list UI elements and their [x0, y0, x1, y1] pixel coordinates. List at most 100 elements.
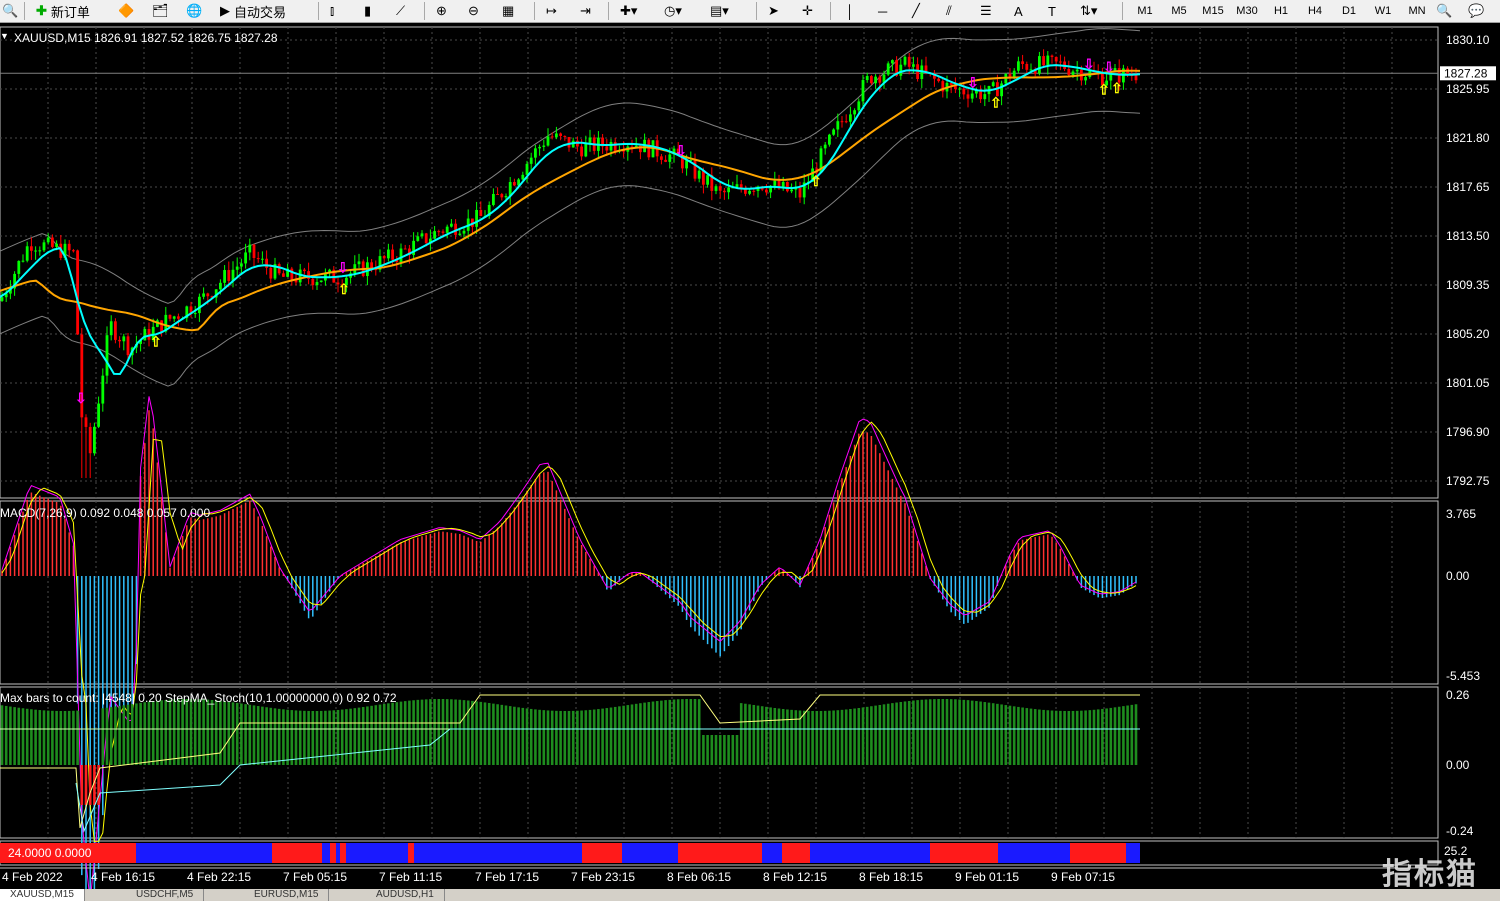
x-axis-label: 7 Feb 23:15 — [571, 870, 635, 884]
candle-body — [702, 170, 705, 185]
chart-canvas[interactable]: 1830.10 1825.95 1821.80 1817.65 1813.50 1809.… — [0, 23, 1500, 901]
candle-body — [97, 403, 100, 427]
candle-body — [72, 250, 75, 252]
trend-bar-segment — [1126, 843, 1140, 863]
candle-body — [727, 187, 730, 193]
candle-body — [42, 242, 46, 251]
timeframe-m5[interactable]: M5 — [1164, 2, 1194, 20]
trend-bar-segment — [322, 843, 330, 863]
timeframe-h1[interactable]: H1 — [1266, 2, 1296, 20]
zoom-out-icon[interactable]: ⊖ — [468, 1, 479, 21]
zoom-icon[interactable]: 🔍 — [2, 1, 18, 21]
horizontal-line-icon[interactable]: ─ — [878, 1, 887, 21]
candle-body — [256, 257, 260, 260]
timeframe-d1[interactable]: D1 — [1334, 2, 1364, 20]
candle-body — [718, 186, 722, 191]
timeframe-w1[interactable]: W1 — [1368, 2, 1398, 20]
candle-body — [277, 264, 281, 274]
candle-body — [504, 195, 508, 198]
timeframe-m30[interactable]: M30 — [1232, 2, 1262, 20]
cursor-icon[interactable]: ➤ — [768, 1, 779, 21]
candle-body — [1134, 75, 1138, 81]
crosshair-icon[interactable]: ✛ — [802, 1, 813, 21]
trendline-icon[interactable]: ╱ — [912, 1, 920, 21]
candle-body — [714, 186, 718, 191]
templates-icon[interactable]: ▤▾ — [710, 1, 729, 21]
y-axis-label: 1825.95 — [1446, 82, 1490, 96]
candle-body — [223, 270, 226, 283]
zoom-in-icon[interactable]: ⊕ — [436, 1, 447, 21]
x-axis-label: 8 Feb 12:15 — [763, 870, 827, 884]
x-axis-label: 8 Feb 06:15 — [667, 870, 731, 884]
arrows-icon[interactable]: ⇅▾ — [1080, 1, 1097, 21]
text-icon[interactable]: A — [1014, 1, 1023, 21]
candle-body — [391, 249, 394, 260]
text-label-icon[interactable]: T — [1048, 1, 1056, 21]
chart-tab-2[interactable]: EURUSD,M15 — [244, 889, 330, 901]
y-axis-label: 1792.75 — [1446, 474, 1490, 488]
search-icon[interactable]: 🔍 — [1436, 1, 1452, 21]
candle-body — [450, 223, 453, 227]
candle-body — [252, 244, 256, 258]
candle-body — [462, 230, 466, 234]
chart-tab-1[interactable]: USDCHF,M5 — [126, 889, 205, 901]
market-watch-icon[interactable]: 🗂 — [152, 1, 169, 21]
line-chart-icon[interactable]: ⟋ — [396, 1, 405, 21]
indicators-icon[interactable]: ✚▾ — [620, 1, 637, 21]
candle-body — [38, 250, 42, 252]
toolbar-separator — [24, 2, 25, 20]
macd-y-label: 0.00 — [1446, 569, 1470, 583]
timeframe-m1[interactable]: M1 — [1130, 2, 1160, 20]
candle-body — [1075, 69, 1079, 72]
candle-body — [240, 263, 243, 267]
vertical-line-icon[interactable]: │ — [846, 1, 854, 21]
autoscroll-icon[interactable]: ↦ — [546, 1, 557, 21]
metaeditor-icon[interactable]: 🔶 — [118, 1, 134, 21]
candle-body — [857, 101, 861, 111]
candle-body — [84, 417, 88, 427]
trend-bar-segment — [810, 843, 930, 863]
timeframe-m15[interactable]: M15 — [1198, 2, 1228, 20]
x-axis-label: 8 Feb 18:15 — [859, 870, 923, 884]
trend-bar-segment — [340, 843, 346, 863]
candle-body — [357, 261, 361, 265]
fibonacci-icon[interactable]: ☰ — [980, 1, 992, 21]
candle-body — [202, 293, 205, 297]
auto-trade-button[interactable]: ▶ 自动交易 — [220, 1, 286, 21]
notifications-icon[interactable]: 💬 — [1468, 1, 1484, 21]
collapse-triangle-icon[interactable]: ▼ — [0, 31, 9, 41]
sell-arrow-icon: ⇩ — [675, 142, 687, 158]
chart-tab-0[interactable]: XAUUSD,M15 — [0, 889, 85, 901]
timeframe-mn[interactable]: MN — [1402, 2, 1432, 20]
candle-chart-icon[interactable]: ▮ — [364, 1, 371, 21]
candle-body — [496, 193, 499, 195]
chart-area[interactable]: 1830.10 1825.95 1821.80 1817.65 1813.50 1809.… — [0, 23, 1500, 901]
candle-body — [76, 250, 79, 335]
tile-windows-icon[interactable]: ▦ — [502, 1, 514, 21]
candle-body — [828, 134, 831, 145]
timeframe-h4[interactable]: H4 — [1300, 2, 1330, 20]
candle-body — [660, 156, 663, 160]
candle-body — [853, 110, 856, 115]
candle-body — [1042, 56, 1045, 66]
candle-body — [970, 93, 974, 99]
y-axis-label: 1801.05 — [1446, 376, 1490, 390]
x-axis-label: 7 Feb 17:15 — [475, 870, 539, 884]
globe-icon[interactable]: 🌐 — [186, 1, 202, 21]
chart-tab-3[interactable]: AUDUSD,H1 — [366, 889, 445, 901]
equidistant-channel-icon[interactable]: ⫽ — [946, 1, 952, 21]
periods-icon[interactable]: ◷▾ — [664, 1, 682, 21]
candle-body — [798, 187, 802, 198]
trend-bar-segment — [782, 843, 810, 863]
chart-shift-icon[interactable]: ⇥ — [580, 1, 591, 21]
y-axis-label: 1821.80 — [1446, 131, 1490, 145]
auto-trade-label: 自动交易 — [234, 4, 287, 20]
new-order-button[interactable]: ✚ 新订单 — [36, 1, 90, 21]
bar-chart-icon[interactable]: ⫾ — [330, 1, 334, 21]
candle-body — [248, 244, 252, 253]
candle-body — [832, 129, 835, 135]
candle-body — [937, 78, 940, 82]
candle-body — [34, 250, 37, 252]
candle-body — [723, 190, 726, 193]
candle-body — [865, 76, 869, 81]
